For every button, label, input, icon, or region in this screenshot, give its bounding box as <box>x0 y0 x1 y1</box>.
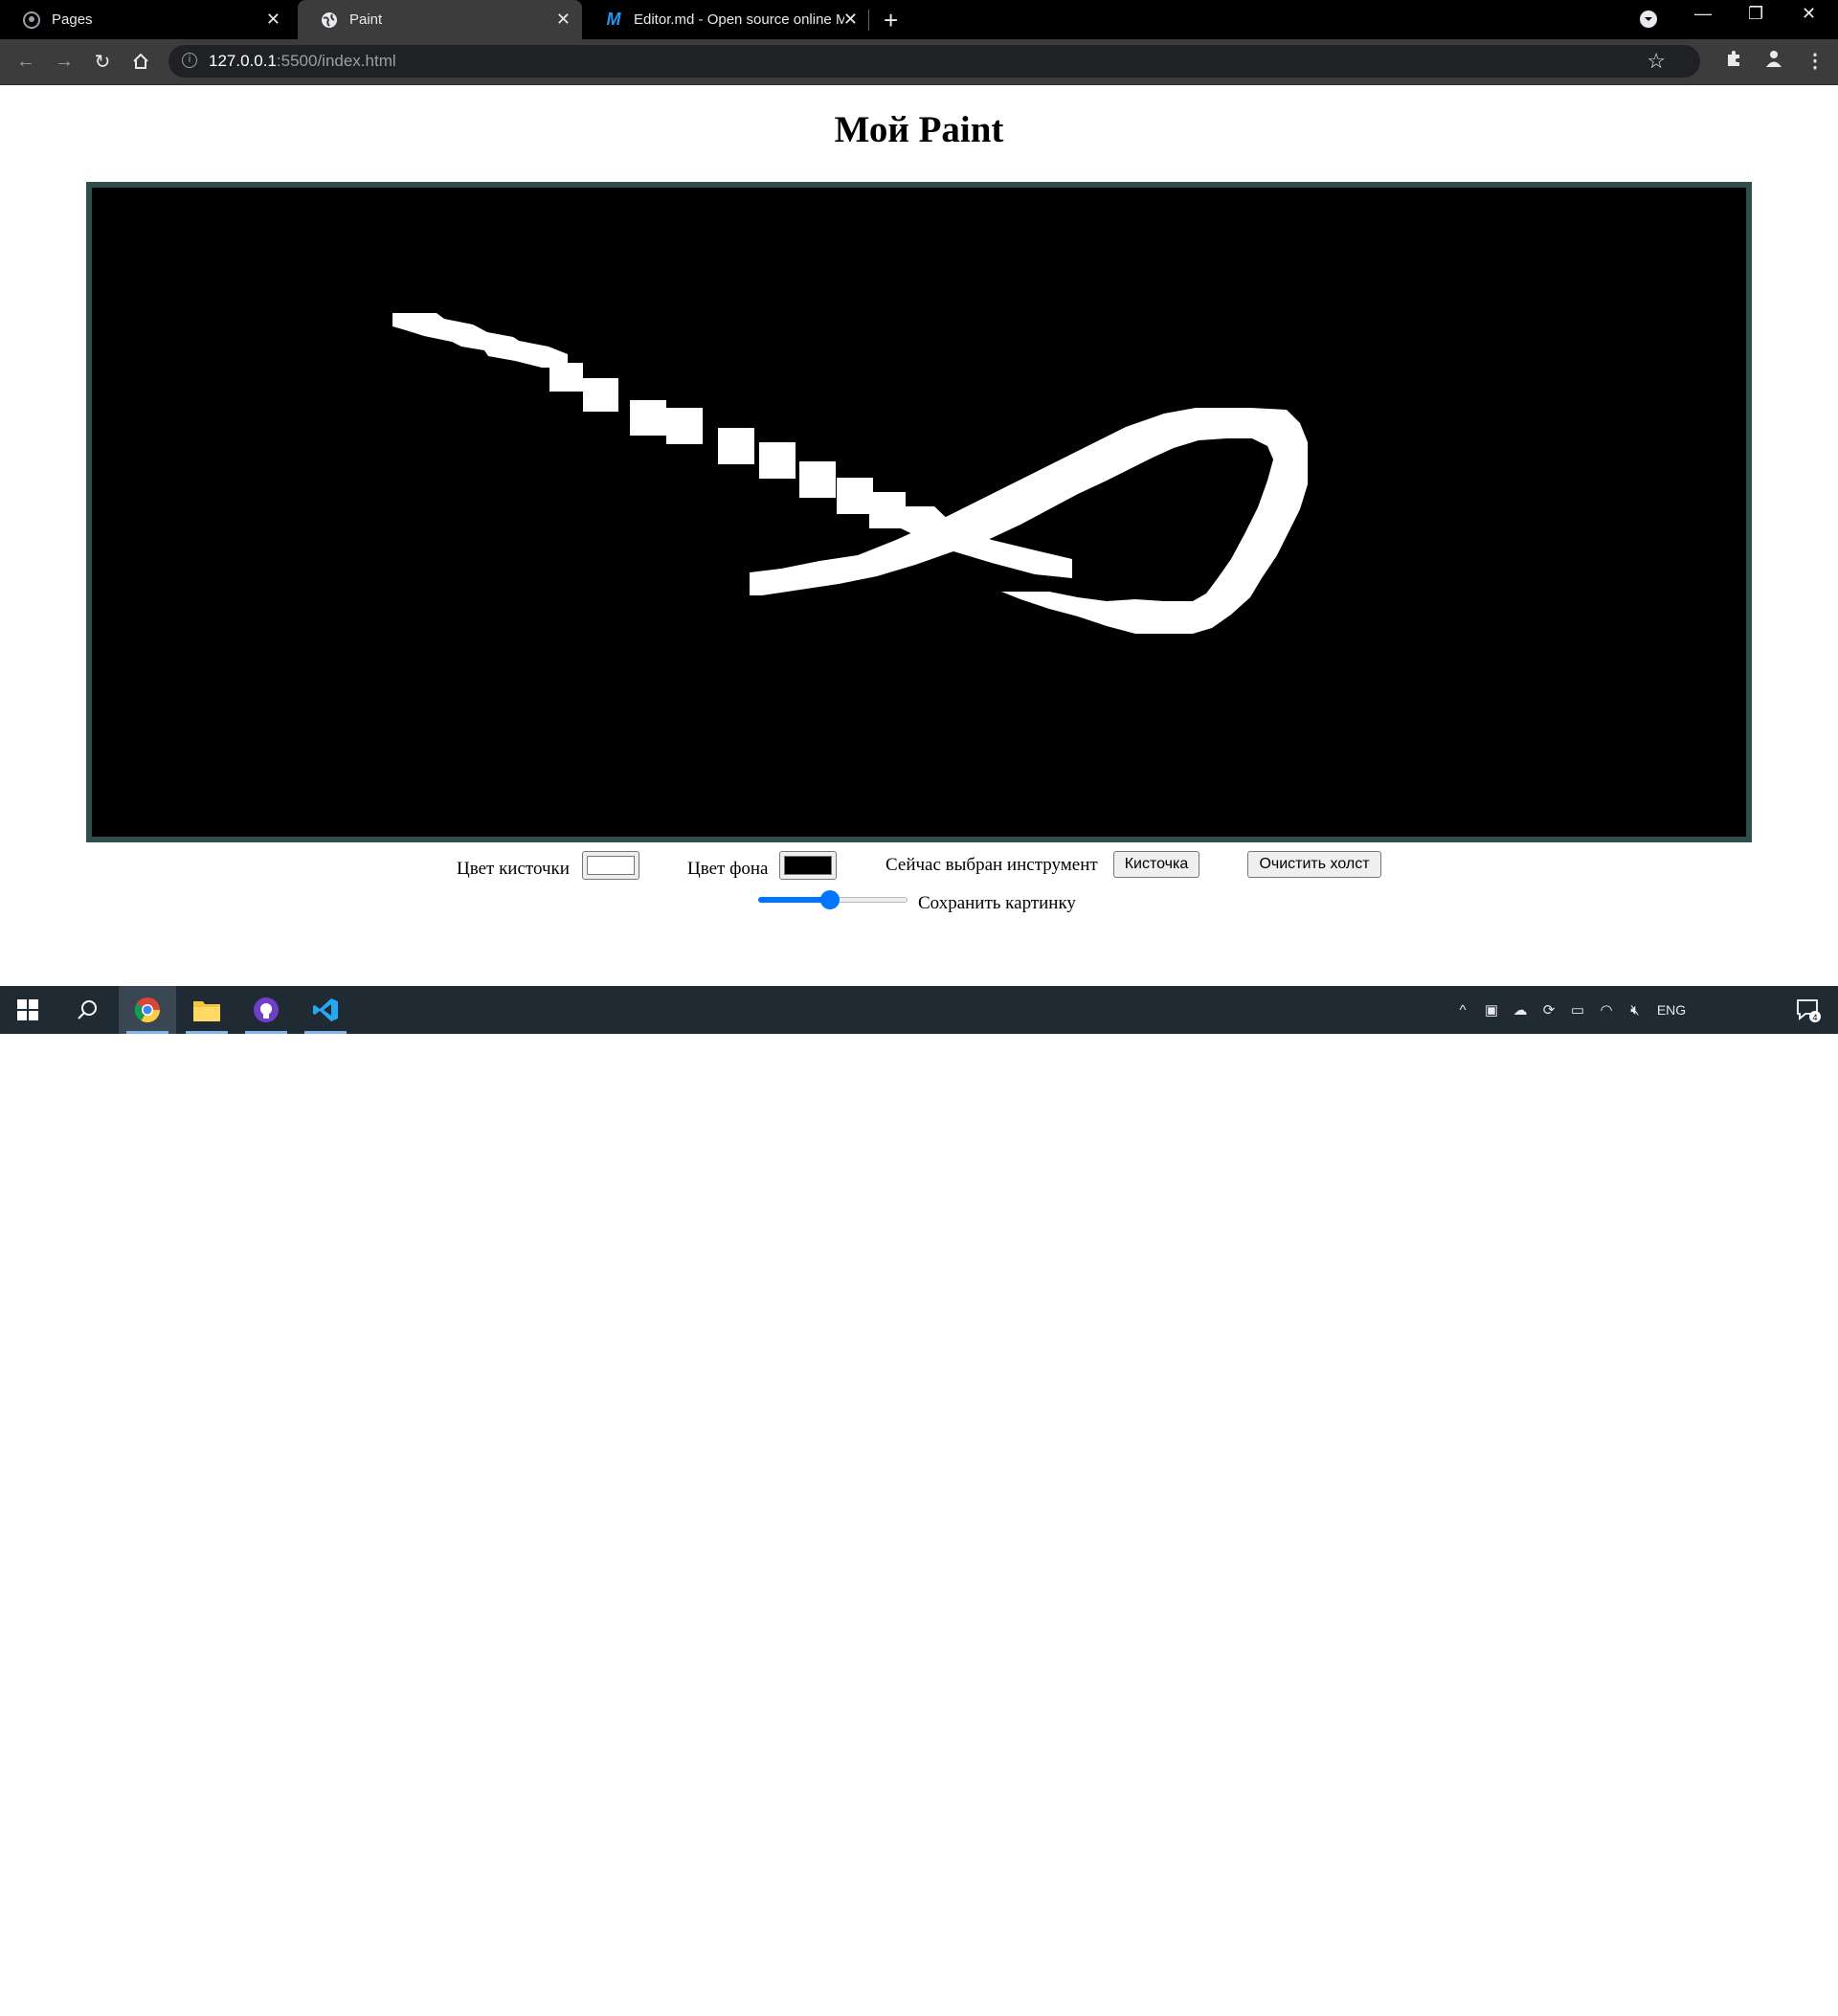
tab-search-icon[interactable] <box>1639 10 1658 34</box>
drawing-canvas[interactable] <box>86 182 1752 842</box>
brush-color-label: Цвет кисточки <box>457 859 570 879</box>
brush-stroke <box>837 478 873 514</box>
vscode-icon[interactable] <box>297 986 354 1034</box>
current-tool-label: Сейчас выбран инструмент <box>885 855 1098 875</box>
bg-color-label: Цвет фона <box>687 859 769 879</box>
address-bar[interactable]: i 127.0.0.1:5500/index.html ☆ <box>168 45 1700 78</box>
tab-pages[interactable]: Pages ✕ <box>0 0 292 39</box>
file-explorer-icon[interactable] <box>178 986 235 1034</box>
input-language[interactable]: ENG <box>1652 986 1691 1034</box>
url-path: :5500/index.html <box>276 52 396 70</box>
battery-icon[interactable]: ▭ <box>1566 986 1589 1034</box>
tab-editormd[interactable]: M Editor.md - Open source online M ✕ <box>582 0 869 39</box>
bg-color-fill <box>784 856 832 875</box>
tab-title: Paint <box>349 11 383 28</box>
clock-date: 11.06.2021 <box>1700 1999 1767 2014</box>
close-tab-icon[interactable]: ✕ <box>556 10 571 30</box>
volume-muted-icon[interactable]: 🔇︎ <box>1624 986 1647 1034</box>
url-host: 127.0.0.1 <box>209 52 277 70</box>
page-title: Мой Paint <box>834 109 1004 150</box>
brush-stroke <box>666 408 703 444</box>
minimize-button[interactable]: — <box>1694 4 1712 24</box>
onedrive-cloud-icon[interactable]: ☁ <box>1509 986 1532 1034</box>
browser-toolbar: ← → ↻ i 127.0.0.1:5500/index.html ☆ ⋮ <box>0 39 1838 85</box>
windows-taskbar: ^ ▣ ☁ ⟳ ▭ ◠ 🔇︎ ENG 16:32 11.06.2021 4 <box>0 986 1838 2014</box>
notification-count: 4 <box>1812 1013 1817 1022</box>
canvas-drawing <box>392 313 1308 634</box>
github-icon <box>23 11 40 29</box>
brush-tool-button[interactable]: Кисточка <box>1113 851 1199 878</box>
brush-stroke <box>718 428 754 464</box>
close-tab-icon[interactable]: ✕ <box>843 10 858 30</box>
search-icon[interactable] <box>59 986 115 1034</box>
brush-stroke <box>759 442 796 479</box>
site-info-icon[interactable]: i <box>182 53 197 68</box>
chrome-icon[interactable] <box>119 986 176 1034</box>
update-status-icon[interactable]: ⟳ <box>1537 986 1560 1034</box>
brush-stroke <box>799 461 836 498</box>
save-image-link[interactable]: Сохранить картинку <box>918 893 1076 914</box>
restore-button[interactable]: ❐ <box>1748 4 1763 24</box>
tab-paint[interactable]: Paint ✕ <box>298 0 582 39</box>
close-tab-icon[interactable]: ✕ <box>266 10 280 30</box>
brush-strokes <box>392 313 1308 634</box>
brush-stroke <box>583 378 618 412</box>
brush-stroke <box>630 400 666 436</box>
close-window-button[interactable]: ✕ <box>1802 4 1816 24</box>
tab-title: Editor.md - Open source online M <box>634 11 844 28</box>
clock-time: 16:32 <box>1716 1980 1751 1995</box>
show-hidden-icons-chevron-icon[interactable]: ^ <box>1451 986 1474 1034</box>
system-clock[interactable]: 16:32 11.06.2021 <box>1691 1978 1777 2016</box>
bookmark-star-icon[interactable]: ☆ <box>1647 49 1666 74</box>
tab-separator <box>868 10 869 31</box>
wifi-icon[interactable]: ◠ <box>1595 986 1618 1034</box>
extensions-icon[interactable] <box>1724 49 1743 74</box>
brush-stroke <box>549 363 583 392</box>
clear-canvas-button[interactable]: Очистить холст <box>1247 851 1381 878</box>
editormd-icon: M <box>606 10 621 29</box>
forward-arrow-icon[interactable]: → <box>52 49 77 74</box>
new-tab-button[interactable]: + <box>884 6 898 35</box>
github-desktop-icon[interactable] <box>237 986 295 1034</box>
menu-kebab-icon[interactable]: ⋮ <box>1805 49 1825 73</box>
brush-stroke <box>869 492 906 528</box>
back-arrow-icon[interactable]: ← <box>13 49 38 74</box>
meet-now-icon[interactable]: ▣ <box>1480 986 1503 1034</box>
brush-size-slider-thumb[interactable] <box>820 890 841 909</box>
brush-color-fill <box>587 856 635 875</box>
profile-icon[interactable] <box>1764 49 1783 74</box>
home-icon[interactable] <box>128 49 153 74</box>
brush-size-slider-fill <box>758 897 831 903</box>
tab-title: Pages <box>52 11 93 28</box>
bg-color-picker[interactable] <box>779 851 837 880</box>
notification-center-icon[interactable]: 4 <box>1786 986 1830 1034</box>
globe-icon <box>321 11 338 29</box>
windows-start-icon[interactable] <box>0 986 56 1034</box>
brush-color-picker[interactable] <box>582 851 639 880</box>
brush-stroke <box>392 313 568 368</box>
brush-stroke <box>750 408 1308 634</box>
browser-tab-strip: Pages ✕ Paint ✕ M Editor.md - Open sourc… <box>0 0 1838 39</box>
reload-icon[interactable]: ↻ <box>90 49 115 74</box>
